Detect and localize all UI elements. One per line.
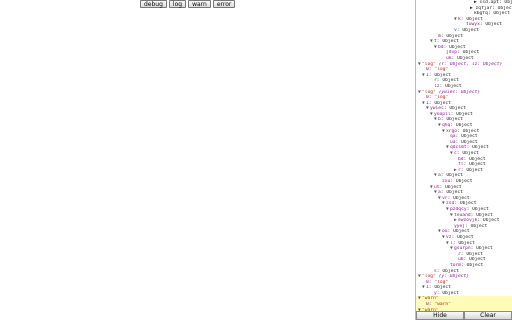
object-value: Object (462, 128, 480, 134)
object-value: Object (453, 195, 470, 201)
object-value: Object (446, 117, 463, 123)
string-value: "log" (434, 279, 449, 285)
object-value: Object (442, 78, 459, 84)
property-key: yyej (454, 223, 466, 229)
object-value: Object (472, 206, 489, 212)
object-value: Object (434, 100, 451, 106)
console-panel: ▶ ssd.apt: Object▶ zqfjar: Objectkbgfq: … (415, 0, 512, 320)
string-value: "log" (434, 67, 449, 73)
string-value: "warn" (434, 302, 451, 308)
log-button[interactable]: log (168, 0, 187, 8)
object-value: Object (462, 27, 479, 33)
debug-button[interactable]: debug (140, 0, 167, 8)
object-value: Object (482, 218, 500, 224)
console-log-area[interactable]: ▶ ssd.apt: Object▶ zqfjar: Objectkbgfq: … (416, 0, 512, 311)
object-value: Object (469, 156, 486, 162)
string-value: "log" (422, 274, 436, 280)
object-value: Object (446, 173, 463, 179)
object-preview: {y: Object} (438, 274, 470, 280)
object-value: Object (455, 179, 473, 184)
object-preview: {ywiec: Object} (438, 89, 481, 95)
object-value: Object (462, 151, 479, 157)
object-value: Object (458, 240, 475, 246)
property-key: ywiec (430, 106, 444, 112)
object-value: Object (461, 134, 478, 140)
object-value: Object (449, 106, 466, 112)
object-value: Object (455, 123, 473, 129)
log-level-toolbar: debug log warn error (140, 0, 236, 8)
property-key: teuand (454, 212, 471, 218)
object-value: Object (442, 268, 459, 274)
object-value: Object (453, 229, 470, 235)
property-key: ewzovjk (458, 218, 478, 224)
tree-text: ▶ zqfjar: Object (470, 5, 512, 11)
clear-button[interactable]: Clear (464, 311, 512, 320)
object-value: Object (461, 139, 478, 145)
object-value: Object (466, 262, 484, 268)
hide-button[interactable]: Hide (416, 311, 464, 320)
object-value: Object (462, 50, 480, 56)
console-footer: Hide Clear (416, 311, 512, 320)
object-value: Object (466, 251, 483, 257)
property-key: pzdqcy (450, 206, 467, 212)
object-value: Object (442, 39, 459, 45)
property-key: torm (450, 262, 462, 268)
property-key: xrgo (446, 128, 458, 134)
object-value: Object (434, 285, 451, 291)
property-key: tuwyx (466, 22, 480, 28)
property-key: gsurpn (454, 246, 471, 252)
string-value: "log" (434, 95, 449, 101)
object-value: Object (434, 72, 451, 78)
string-value: "log" (422, 89, 436, 95)
object-value: Object (466, 167, 483, 173)
string-value: "warn" (422, 296, 439, 302)
object-value: Object (469, 257, 486, 263)
object-value: Object (442, 290, 459, 296)
object-value: Object (470, 223, 488, 229)
string-value: "log" (422, 61, 436, 67)
error-button[interactable]: error (212, 0, 236, 8)
property-key: jdvp (446, 50, 458, 56)
object-value: Object (469, 162, 486, 168)
object-value: Object (445, 184, 462, 190)
tree-text: ▶ ssd.apt: Object (474, 0, 512, 5)
object-value: Object (466, 16, 483, 22)
object-value: Object (445, 83, 462, 89)
object-preview: {r: Object, lz: Object} (438, 61, 503, 67)
object-value: Object (456, 111, 473, 117)
object-value: Object (449, 44, 466, 50)
tree-text: kbgfq: Object (474, 11, 510, 17)
object-value: Object (446, 33, 463, 39)
object-value: Object (476, 212, 493, 218)
object-value: Object (446, 190, 463, 196)
object-value: Object (457, 55, 474, 61)
object-value: Object (472, 145, 489, 151)
object-value: Object (485, 22, 502, 28)
object-value: Object (476, 246, 493, 252)
property-key: qdcsmt (450, 145, 467, 151)
property-key: yoopil (434, 111, 451, 117)
object-value: Object (459, 201, 477, 207)
warn-button[interactable]: warn (188, 0, 211, 8)
object-value: Object (457, 234, 474, 240)
